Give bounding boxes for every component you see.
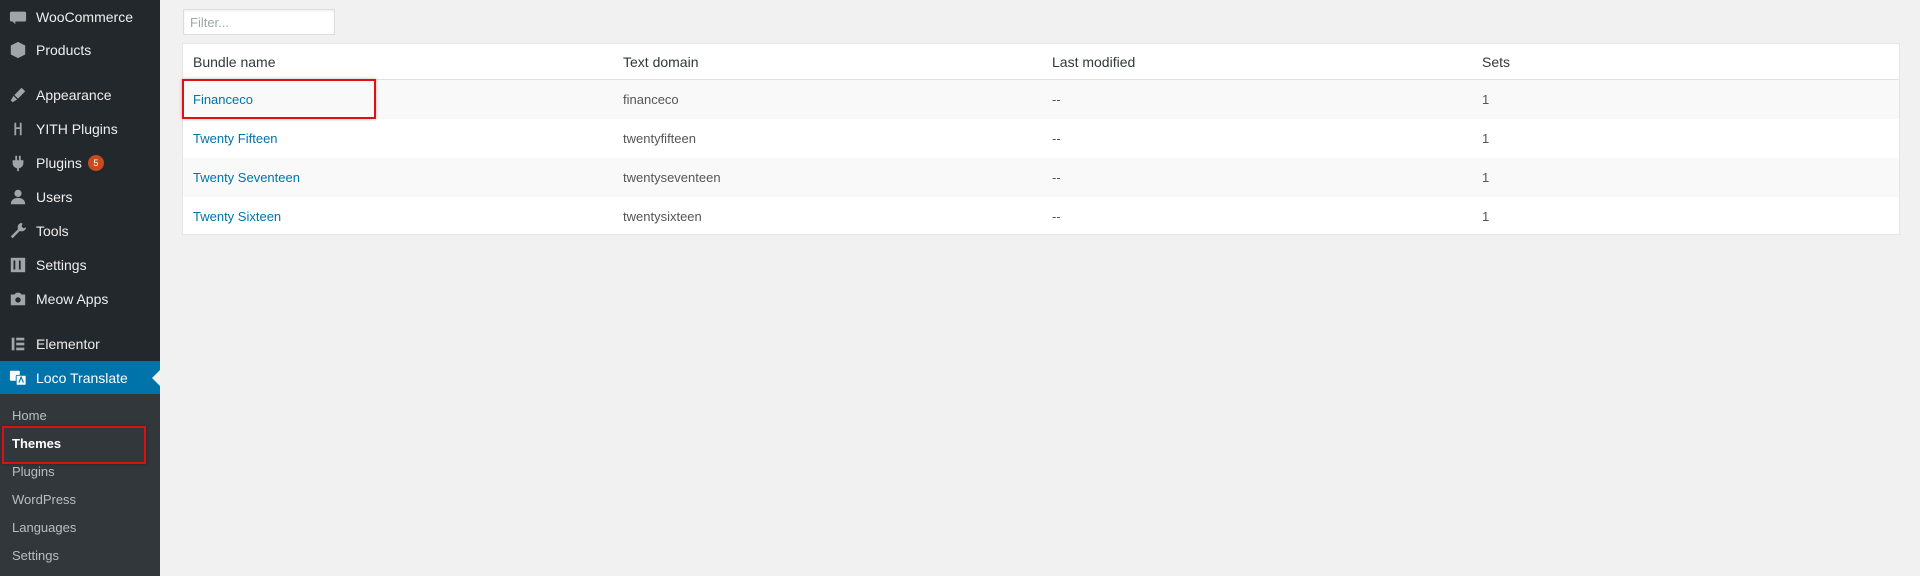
bundle-link-twenty-seventeen[interactable]: Twenty Seventeen: [193, 158, 300, 197]
woocommerce-icon: [8, 7, 28, 27]
tools-icon: [8, 221, 28, 241]
last-modified-cell: --: [1052, 170, 1061, 185]
submenu-wordpress[interactable]: WordPress: [0, 485, 160, 513]
elementor-icon: [8, 334, 28, 354]
bundle-link-twenty-fifteen[interactable]: Twenty Fifteen: [193, 119, 278, 158]
last-modified-cell: --: [1052, 209, 1061, 224]
submenu-plugins[interactable]: Plugins: [0, 457, 160, 485]
sets-cell: 1: [1482, 170, 1490, 185]
menu-meow-apps[interactable]: Meow Apps: [0, 282, 160, 316]
menu-products[interactable]: Products: [0, 33, 160, 67]
text-domain-cell: twentyseventeen: [623, 170, 721, 185]
camera-icon: [8, 289, 28, 309]
header-sets[interactable]: Sets: [1482, 44, 1510, 80]
menu-elementor[interactable]: Elementor: [0, 327, 160, 361]
submenu-themes[interactable]: Themes: [0, 429, 160, 457]
menu-plugins[interactable]: Plugins 5: [0, 146, 160, 180]
table-header: Bundle name Text domain Last modified Se…: [183, 44, 1899, 80]
text-domain-cell: twentyfifteen: [623, 131, 696, 146]
header-bundle-name[interactable]: Bundle name: [193, 44, 276, 80]
last-modified-cell: --: [1052, 92, 1061, 107]
appearance-icon: [8, 85, 28, 105]
submenu-home[interactable]: Home: [0, 401, 160, 429]
sets-cell: 1: [1482, 131, 1490, 146]
menu-tools[interactable]: Tools: [0, 214, 160, 248]
plugins-update-badge: 5: [87, 155, 104, 171]
menu-yith-label: YITH Plugins: [36, 121, 118, 137]
loco-translate-submenu: Home Themes Plugins WordPress Languages …: [0, 394, 160, 576]
table-row: Financeco financeco -- 1: [183, 80, 1899, 119]
menu-appearance-label: Appearance: [36, 87, 112, 103]
menu-meow-apps-label: Meow Apps: [36, 291, 109, 307]
menu-users-label: Users: [36, 189, 73, 205]
menu-products-label: Products: [36, 42, 92, 58]
table-row: Twenty Seventeen twentyseventeen -- 1: [183, 158, 1899, 197]
table-row: Twenty Sixteen twentysixteen -- 1: [183, 197, 1899, 236]
plugins-icon: [8, 153, 28, 173]
filter-input[interactable]: [183, 9, 335, 35]
menu-woocommerce-label: WooCommerce: [36, 9, 133, 25]
menu-tools-label: Tools: [36, 223, 69, 239]
settings-icon: [8, 255, 28, 275]
bundle-link-twenty-sixteen[interactable]: Twenty Sixteen: [193, 197, 281, 236]
submenu-languages[interactable]: Languages: [0, 513, 160, 541]
admin-sidebar: WooCommerce Products Appearance YITH Plu…: [0, 0, 160, 576]
menu-settings-label: Settings: [36, 257, 87, 273]
table-row: Twenty Fifteen twentyfifteen -- 1: [183, 119, 1899, 158]
products-icon: [8, 40, 28, 60]
users-icon: [8, 187, 28, 207]
bundles-table: Bundle name Text domain Last modified Se…: [182, 43, 1900, 235]
menu-appearance[interactable]: Appearance: [0, 78, 160, 112]
yith-icon: [8, 119, 28, 139]
last-modified-cell: --: [1052, 131, 1061, 146]
menu-woocommerce[interactable]: WooCommerce: [0, 0, 160, 34]
text-domain-cell: twentysixteen: [623, 209, 702, 224]
menu-plugins-label: Plugins: [36, 155, 82, 171]
menu-loco-translate-label: Loco Translate: [36, 370, 128, 386]
menu-loco-translate[interactable]: Loco Translate: [0, 361, 160, 395]
menu-yith-plugins[interactable]: YITH Plugins: [0, 112, 160, 146]
sets-cell: 1: [1482, 92, 1490, 107]
menu-settings[interactable]: Settings: [0, 248, 160, 282]
header-last-modified[interactable]: Last modified: [1052, 44, 1135, 80]
submenu-settings[interactable]: Settings: [0, 541, 160, 569]
header-text-domain[interactable]: Text domain: [623, 44, 698, 80]
translate-icon: [8, 368, 28, 388]
menu-elementor-label: Elementor: [36, 336, 100, 352]
menu-users[interactable]: Users: [0, 180, 160, 214]
sets-cell: 1: [1482, 209, 1490, 224]
text-domain-cell: financeco: [623, 92, 679, 107]
bundle-link-financeco[interactable]: Financeco: [193, 80, 253, 119]
